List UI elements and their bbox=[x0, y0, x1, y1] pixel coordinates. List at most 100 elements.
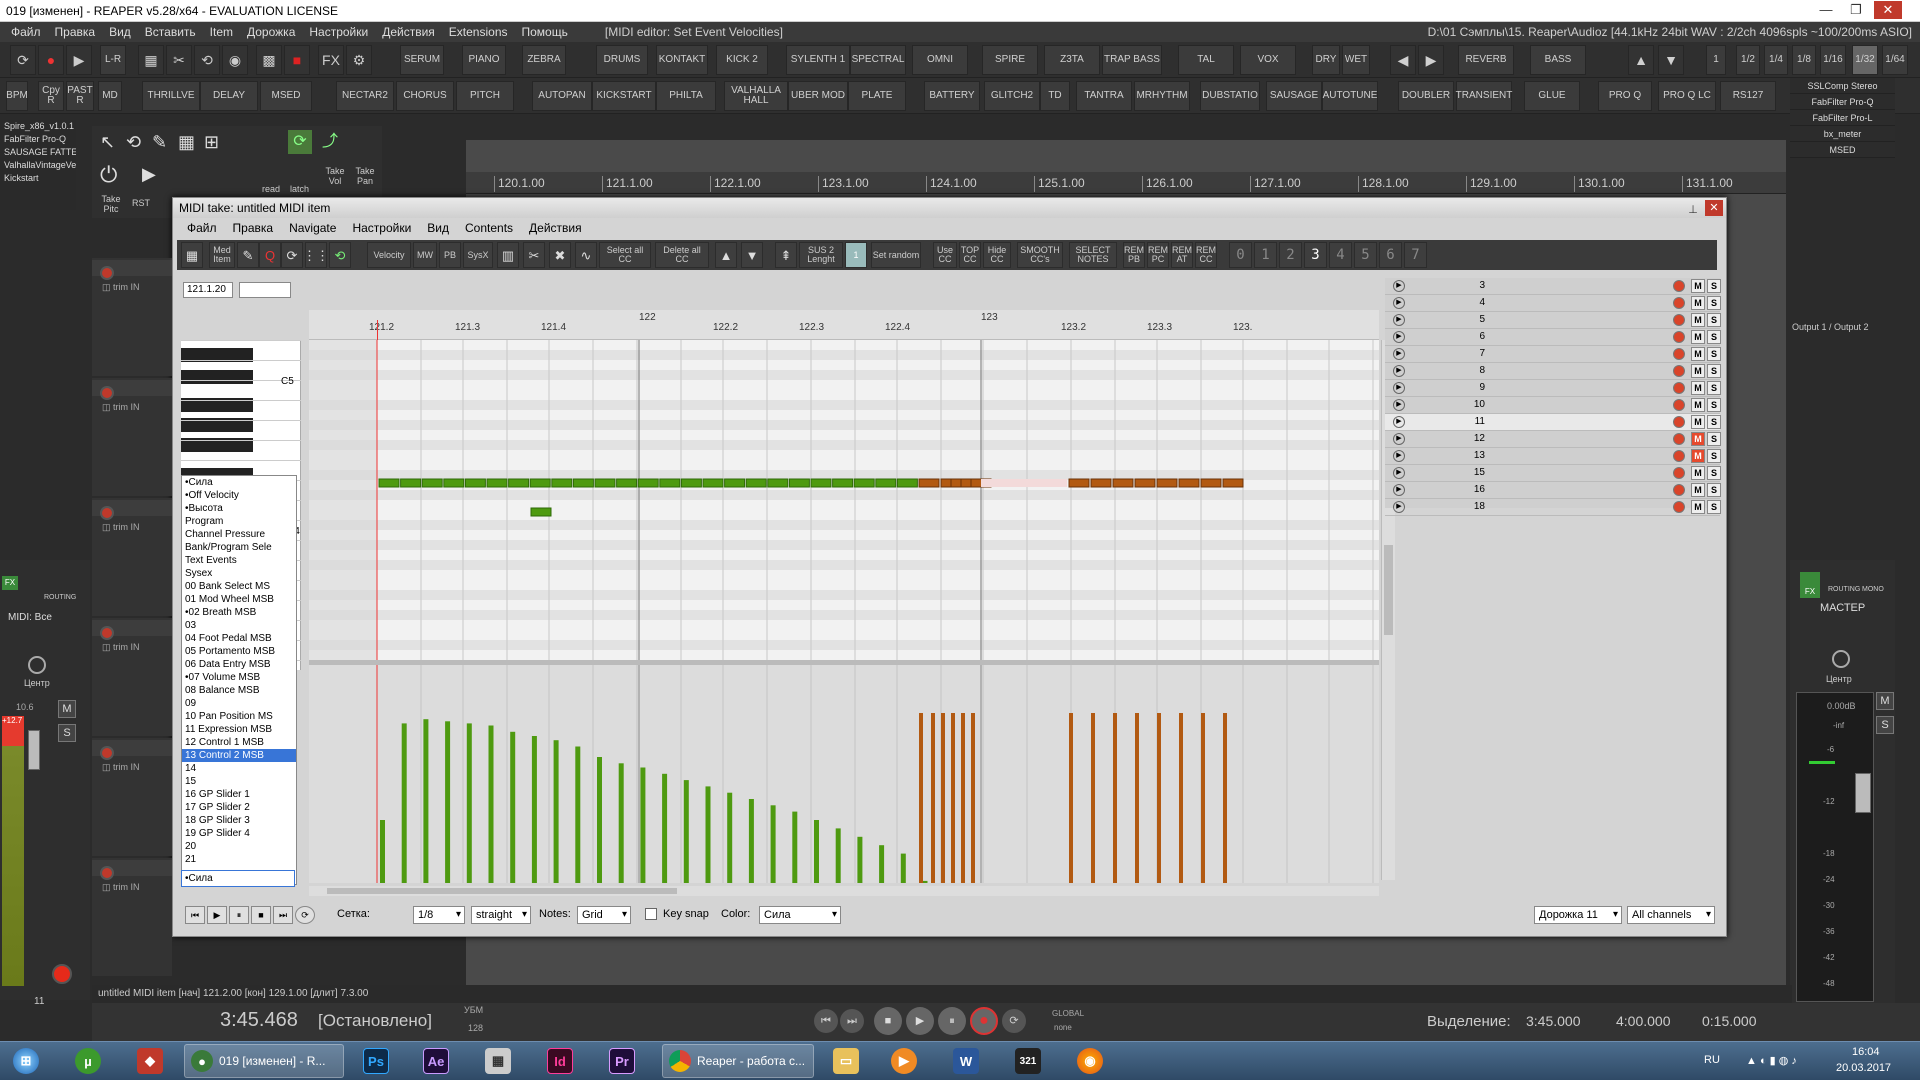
skip-end-icon[interactable]: ⏭ bbox=[273, 906, 293, 924]
toolbar-button-sylenth-1[interactable]: SYLENTH 1 bbox=[786, 45, 850, 75]
track-mute-button[interactable]: M bbox=[1691, 364, 1705, 378]
cc-lane-option[interactable]: 10 Pan Position MS bbox=[182, 710, 296, 723]
velocity-bar[interactable] bbox=[445, 721, 451, 883]
track-mute-button[interactable]: M bbox=[1691, 415, 1705, 429]
midi-toolbar-use-cc[interactable]: Use CC bbox=[933, 242, 957, 268]
arrow-up-icon[interactable]: ▲ bbox=[1628, 45, 1654, 75]
global-automation-mode[interactable]: none bbox=[1054, 1023, 1072, 1032]
track-record-icon[interactable] bbox=[1673, 348, 1685, 360]
toolbar-button-dry[interactable]: DRY bbox=[1312, 45, 1340, 75]
velocity-bar[interactable] bbox=[597, 757, 602, 883]
track-record-icon[interactable] bbox=[1673, 399, 1685, 411]
toolbar-button-trap-bass[interactable]: TRAP BASS bbox=[1102, 45, 1162, 75]
go-end-button[interactable]: ⏭ bbox=[840, 1009, 864, 1033]
utorrent-task[interactable]: µ bbox=[64, 1044, 112, 1078]
tray-icons[interactable]: ▲ ◐ ▮ ◍ ♪ bbox=[1746, 1054, 1797, 1067]
velocity-bar[interactable] bbox=[466, 723, 472, 883]
scissors-icon[interactable]: ✂ bbox=[166, 45, 192, 75]
cc-lane-option[interactable]: 19 GP Slider 4 bbox=[182, 827, 296, 840]
track-solo-button[interactable]: S bbox=[1707, 466, 1721, 480]
toolbar-button-bass[interactable]: BASS bbox=[1530, 45, 1586, 75]
midi-note[interactable] bbox=[616, 478, 638, 488]
take-pitch-label[interactable]: Take Pitc bbox=[96, 194, 126, 214]
velocity-bar[interactable] bbox=[488, 725, 494, 884]
track-mute-button[interactable]: M bbox=[1691, 449, 1705, 463]
midi-track-row[interactable]: ▶ 18 M S bbox=[1385, 499, 1721, 516]
velocity-bar[interactable] bbox=[792, 811, 798, 883]
velocity-bar[interactable] bbox=[941, 713, 945, 883]
cc-lane-option[interactable]: 11 Expression MSB bbox=[182, 723, 296, 736]
midi-note[interactable] bbox=[659, 478, 681, 488]
toolbar-button-1[interactable]: 1 bbox=[1706, 45, 1726, 75]
toolbar-button-20[interactable]: MRHYTHM bbox=[1134, 81, 1190, 111]
midi-note[interactable] bbox=[508, 478, 530, 488]
cc-lane-option[interactable]: •Off Velocity bbox=[182, 489, 296, 502]
track-record-icon[interactable] bbox=[1673, 365, 1685, 377]
track-mute-button[interactable]: M bbox=[1691, 500, 1705, 514]
calculator-task[interactable]: ▦ bbox=[474, 1044, 522, 1078]
track-record-arm-button[interactable] bbox=[100, 506, 114, 520]
velocity-bar[interactable] bbox=[770, 805, 776, 883]
grid-tool-icon[interactable]: ▦ bbox=[178, 132, 195, 153]
midi-track-row[interactable]: ▶ 16 M S bbox=[1385, 482, 1721, 499]
cc-lane-option[interactable]: 09 bbox=[182, 697, 296, 710]
toolbar-button-1[interactable]: Cpy R bbox=[38, 81, 64, 111]
scroll-thumb[interactable] bbox=[1384, 545, 1393, 635]
routing-button[interactable]: ROUTING bbox=[44, 594, 76, 601]
velocity-bar[interactable] bbox=[835, 828, 841, 883]
cc-lane-option[interactable]: •Сила bbox=[182, 476, 296, 489]
velocity-bar[interactable] bbox=[640, 767, 646, 884]
explorer-task[interactable]: ▭ bbox=[822, 1044, 870, 1078]
trim-icon[interactable]: ◫ trim IN bbox=[102, 642, 140, 653]
cc-lane-list[interactable]: •Сила •Off Velocity •Высота Program Channel … bbox=[181, 475, 297, 885]
track-solo-button[interactable]: S bbox=[1707, 381, 1721, 395]
velocity-bar[interactable] bbox=[814, 820, 819, 883]
track-solo-button[interactable]: S bbox=[1707, 364, 1721, 378]
cc-lane-option[interactable]: Bank/Program Sele bbox=[182, 541, 296, 554]
take-vol-label[interactable]: Take Vol bbox=[320, 166, 350, 186]
velocity-bar[interactable] bbox=[919, 713, 923, 883]
track-play-icon[interactable]: ▶ bbox=[1393, 331, 1405, 343]
track-header[interactable]: ◫ trim IN bbox=[92, 258, 172, 376]
cc-lane-option[interactable]: Channel Pressure bbox=[182, 528, 296, 541]
track-play-icon[interactable]: ▶ bbox=[1393, 450, 1405, 462]
track-header[interactable]: ◫ trim IN bbox=[92, 858, 172, 976]
slot-digit-icon[interactable]: 7 bbox=[1404, 242, 1427, 268]
cc-lane-option[interactable]: 08 Balance MSB bbox=[182, 684, 296, 697]
track-record-icon[interactable] bbox=[1673, 501, 1685, 513]
up-arrow-icon[interactable]: ▲ bbox=[715, 242, 737, 268]
trim-icon[interactable]: ◫ trim IN bbox=[102, 402, 140, 413]
midi-note[interactable] bbox=[400, 478, 422, 488]
bpm-value[interactable]: 128 bbox=[468, 1023, 483, 1033]
horizontal-scrollbar[interactable] bbox=[309, 886, 1379, 896]
maximize-button[interactable]: ❐ bbox=[1842, 1, 1870, 19]
toolbar-button-16[interactable]: BATTERY bbox=[924, 81, 980, 111]
midi-track-row[interactable]: ▶ 8 M S bbox=[1385, 363, 1721, 380]
velocity-bar[interactable] bbox=[1201, 713, 1205, 883]
trim-icon[interactable]: ◫ trim IN bbox=[102, 882, 140, 893]
cc-lane-option[interactable]: Sysex bbox=[182, 567, 296, 580]
midi-track-row[interactable]: ▶ 6 M S bbox=[1385, 329, 1721, 346]
track-record-icon[interactable] bbox=[1673, 433, 1685, 445]
midi-toolbar-set-random[interactable]: Set random bbox=[871, 242, 921, 268]
toolbar-button-omni[interactable]: OMNI bbox=[912, 45, 968, 75]
midi-track-row[interactable]: ▶ 7 M S bbox=[1385, 346, 1721, 363]
track-mute-button[interactable]: M bbox=[1691, 279, 1705, 293]
clock-date[interactable]: 20.03.2017 bbox=[1836, 1062, 1891, 1074]
toolbar-button-6[interactable]: MSED bbox=[260, 81, 312, 111]
track-mute-button[interactable]: M bbox=[1691, 296, 1705, 310]
track-record-icon[interactable] bbox=[1673, 416, 1685, 428]
midi-note[interactable] bbox=[853, 478, 875, 488]
track-record-icon[interactable] bbox=[1673, 280, 1685, 292]
transport-record-button[interactable]: ● bbox=[970, 1007, 998, 1035]
record-icon[interactable]: ● bbox=[38, 45, 64, 75]
midi-track-row[interactable]: ▶ 13 M S bbox=[1385, 448, 1721, 465]
black-key[interactable] bbox=[181, 370, 253, 384]
menu-actions[interactable]: Действия bbox=[375, 22, 442, 42]
cc-lane-option[interactable]: 20 bbox=[182, 840, 296, 853]
midi-menu-navigate[interactable]: Navigate bbox=[281, 219, 344, 238]
route-icon[interactable]: ⚙ bbox=[346, 45, 372, 75]
midi-toolbar-top-cc[interactable]: TOP CC bbox=[959, 242, 981, 268]
toolbar-button-17[interactable]: GLITCH2 bbox=[984, 81, 1040, 111]
record-arm-button[interactable] bbox=[52, 964, 72, 984]
